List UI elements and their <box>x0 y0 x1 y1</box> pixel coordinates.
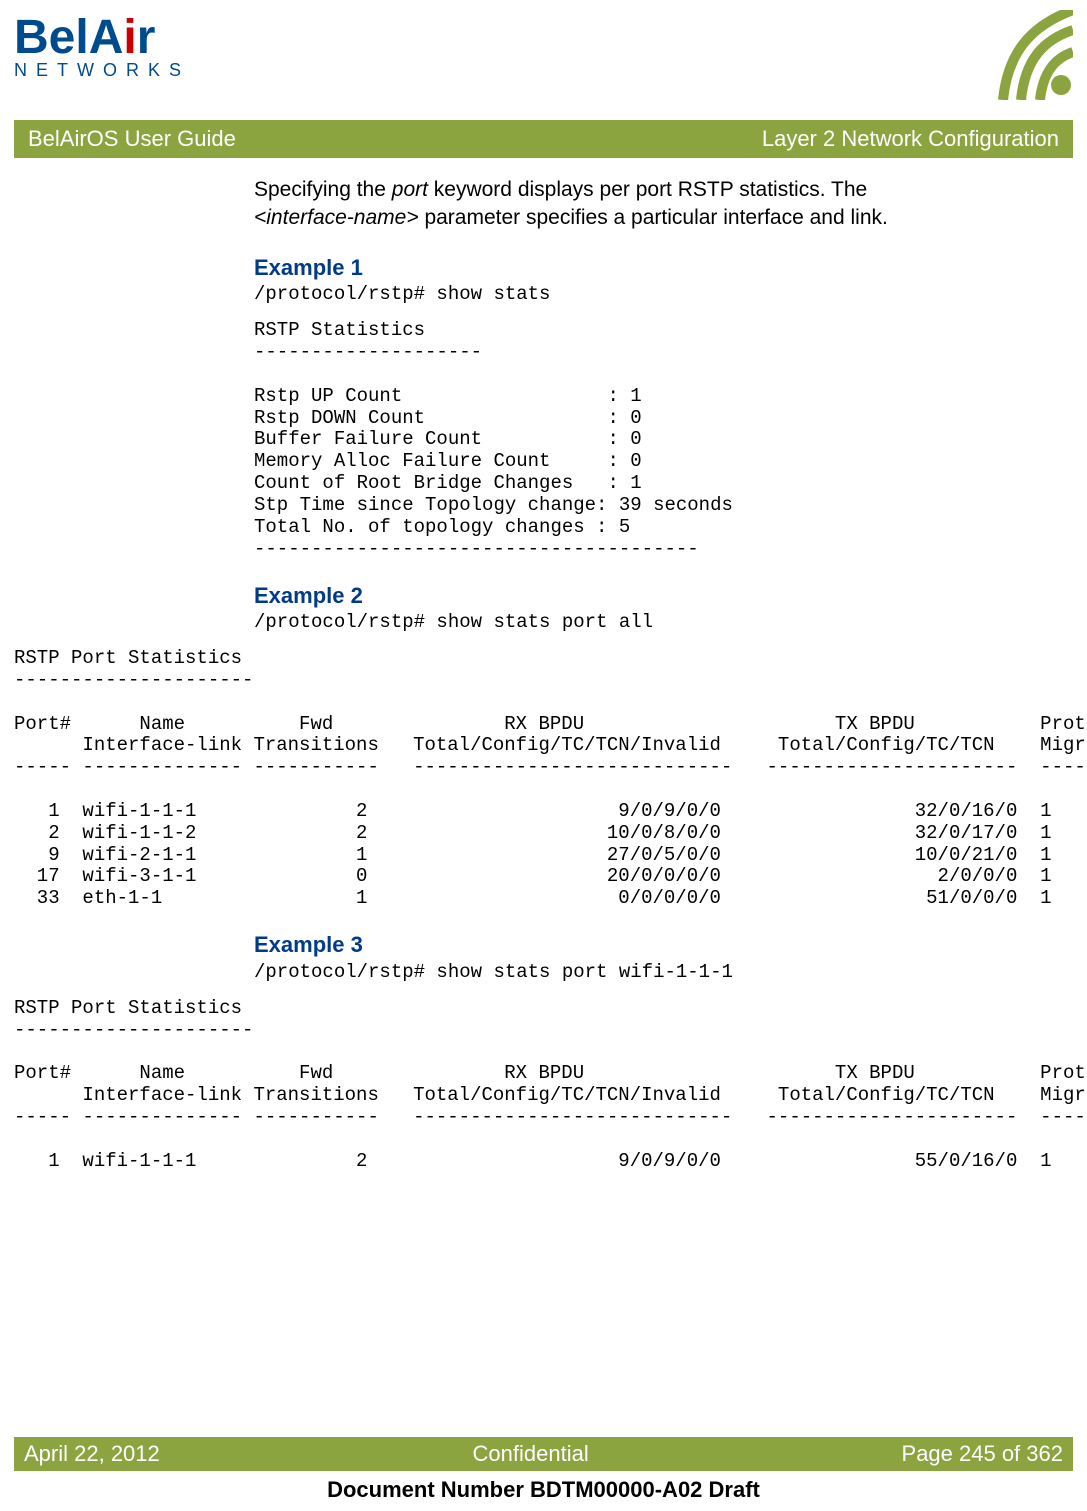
content: Specifying the port keyword displays per… <box>0 158 1087 1172</box>
example1-output: RSTP Statistics -------------------- Rst… <box>254 320 1073 560</box>
title-left: BelAirOS User Guide <box>28 126 236 152</box>
intro-keyword-port: port <box>392 178 428 201</box>
example2-heading: Example 2 <box>254 581 1073 611</box>
logo-text-1: BelA <box>14 11 123 64</box>
footer-bar: April 22, 2012 Confidential Page 245 of … <box>14 1437 1073 1471</box>
document-number: Document Number BDTM00000-A02 Draft <box>0 1477 1087 1503</box>
footer-center: Confidential <box>473 1441 589 1467</box>
header: BelAir NETWORKS <box>0 0 1087 100</box>
example2-command: /protocol/rstp# show stats port all <box>254 612 1073 634</box>
title-bar: BelAirOS User Guide Layer 2 Network Conf… <box>14 120 1073 158</box>
example2-output: RSTP Port Statistics -------------------… <box>14 648 1073 910</box>
logo-main: BelAir <box>14 10 190 65</box>
intro-text-1: Specifying the <box>254 178 392 201</box>
intro-text-3: parameter specifies a particular interfa… <box>419 206 888 229</box>
example1-heading: Example 1 <box>254 253 1073 283</box>
intro-text-2: keyword displays per port RSTP statistic… <box>428 178 867 201</box>
intro-interface-name: <interface-name> <box>254 206 419 229</box>
logo-text-2: r <box>137 11 156 64</box>
example1-command: /protocol/rstp# show stats <box>254 284 1073 306</box>
intro-paragraph: Specifying the port keyword displays per… <box>254 176 1073 233</box>
logo-subtitle: NETWORKS <box>14 60 190 81</box>
logo-block: BelAir NETWORKS <box>14 10 190 81</box>
corner-graphic-icon <box>943 10 1073 100</box>
logo-dot-icon: i <box>123 11 136 64</box>
example3-command: /protocol/rstp# show stats port wifi-1-1… <box>254 962 1073 984</box>
example3-heading: Example 3 <box>254 930 1073 960</box>
example3-output: RSTP Port Statistics -------------------… <box>14 998 1073 1173</box>
footer-page: Page 245 of 362 <box>902 1441 1063 1467</box>
title-right: Layer 2 Network Configuration <box>762 126 1059 152</box>
footer-date: April 22, 2012 <box>24 1441 160 1467</box>
